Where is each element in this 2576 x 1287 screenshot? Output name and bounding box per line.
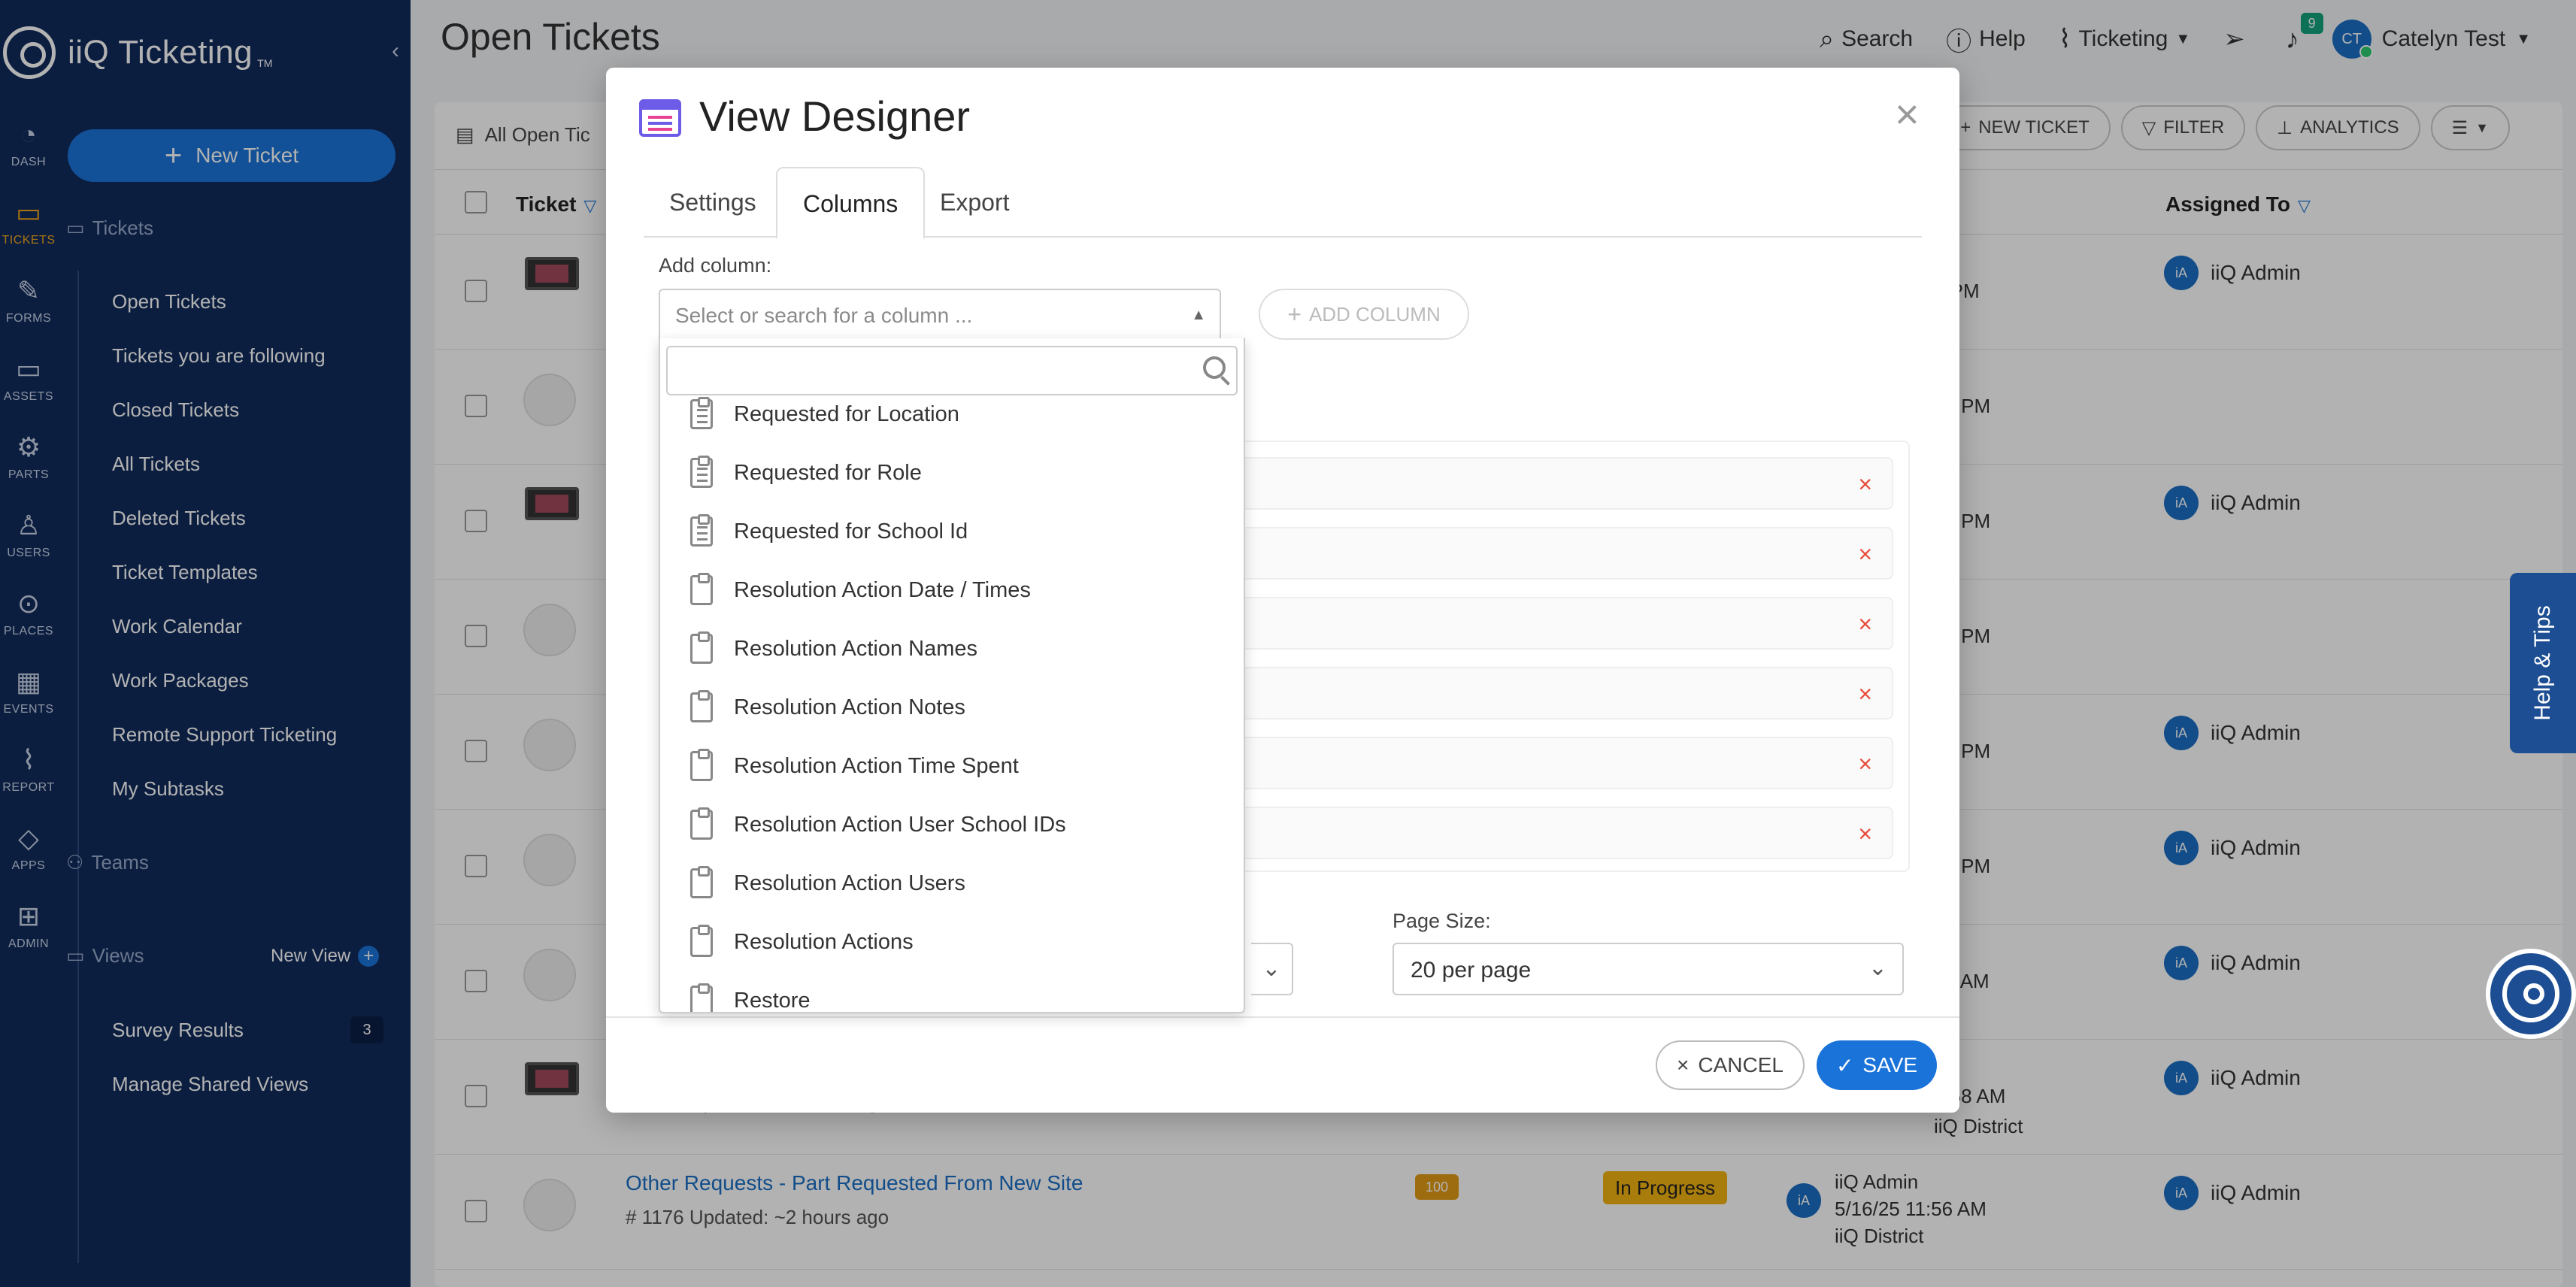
modal-title: View Designer bbox=[699, 92, 971, 140]
clipboard-icon bbox=[690, 631, 713, 664]
cancel-label: CANCEL bbox=[1698, 1053, 1784, 1077]
modal-tabs: Settings Columns Export bbox=[644, 167, 1922, 239]
column-option-label: Resolution Action User School IDs bbox=[734, 812, 1066, 837]
clipboard-icon bbox=[690, 807, 713, 840]
chevron-down-icon: ⌄ bbox=[1868, 955, 1887, 980]
add-column-label-text: ADD COLUMN bbox=[1308, 302, 1441, 326]
caret-up-icon: ▲ bbox=[1191, 307, 1206, 323]
clipboard-list-icon bbox=[690, 397, 713, 429]
column-option-label: Resolution Action Users bbox=[734, 871, 965, 895]
clipboard-icon bbox=[690, 573, 713, 605]
tab-settings[interactable]: Settings bbox=[644, 167, 782, 238]
remove-column-icon[interactable]: × bbox=[1858, 541, 1872, 568]
clipboard-list-icon bbox=[690, 456, 713, 488]
column-option[interactable]: Requested for Location bbox=[660, 385, 1244, 444]
view-designer-modal: View Designer × Settings Columns Export Ad… bbox=[606, 68, 1959, 1113]
tab-columns[interactable]: Columns bbox=[776, 167, 926, 239]
clipboard-icon bbox=[690, 925, 713, 957]
clipboard-icon bbox=[690, 749, 713, 781]
clipboard-icon bbox=[690, 866, 713, 898]
column-select-placeholder: Select or search for a column ... bbox=[675, 304, 973, 327]
column-option[interactable]: Resolution Action User School IDs bbox=[660, 795, 1244, 854]
remove-column-icon[interactable]: × bbox=[1858, 610, 1872, 638]
plus-icon: + bbox=[1287, 300, 1302, 328]
check-icon: ✓ bbox=[1835, 1053, 1854, 1077]
column-option-label: Restore bbox=[734, 988, 811, 1013]
modal-footer: × CANCEL ✓ SAVE bbox=[606, 1016, 1959, 1113]
search-icon bbox=[1203, 356, 1226, 379]
column-option[interactable]: Resolution Action Users bbox=[660, 854, 1244, 913]
column-option-label: Requested for Location bbox=[734, 401, 959, 426]
column-option-label: Resolution Action Date / Times bbox=[734, 577, 1031, 602]
column-option[interactable]: Requested for School Id bbox=[660, 502, 1244, 561]
page-size-label: Page Size: bbox=[1393, 910, 1491, 932]
page-size-select[interactable]: 20 per page ⌄ bbox=[1393, 943, 1904, 995]
cancel-button[interactable]: × CANCEL bbox=[1656, 1040, 1805, 1090]
clipboard-icon bbox=[690, 983, 713, 1012]
add-column-button[interactable]: + ADD COLUMN bbox=[1259, 289, 1469, 340]
view-designer-icon bbox=[639, 99, 681, 137]
add-column-label: Add column: bbox=[659, 254, 772, 277]
tab-export[interactable]: Export bbox=[914, 167, 1035, 238]
close-icon[interactable]: × bbox=[1895, 93, 1920, 135]
column-option-label: Resolution Actions bbox=[734, 929, 914, 954]
column-option-label: Requested for Role bbox=[734, 460, 922, 485]
remove-column-icon[interactable]: × bbox=[1858, 471, 1872, 498]
page-size-value: 20 per page bbox=[1411, 958, 1532, 983]
column-option[interactable]: Requested for Role bbox=[660, 444, 1244, 502]
column-option[interactable]: Restore bbox=[660, 971, 1244, 1013]
column-option-label: Resolution Action Names bbox=[734, 636, 977, 661]
help-and-tips-tab[interactable]: Help & Tips bbox=[2510, 573, 2576, 753]
column-option-label: Requested for School Id bbox=[734, 519, 968, 544]
remove-column-icon[interactable]: × bbox=[1858, 750, 1872, 778]
help-launcher-icon[interactable] bbox=[2486, 949, 2576, 1039]
save-label: SAVE bbox=[1862, 1053, 1918, 1077]
column-option[interactable]: Resolution Action Notes bbox=[660, 678, 1244, 737]
column-option-label: Resolution Action Time Spent bbox=[734, 753, 1019, 778]
column-option[interactable]: Resolution Actions bbox=[660, 913, 1244, 971]
clipboard-icon bbox=[690, 690, 713, 722]
sort-select-caret-icon[interactable]: ⌄ bbox=[1251, 943, 1293, 995]
clipboard-list-icon bbox=[690, 514, 713, 547]
column-option[interactable]: Resolution Action Date / Times bbox=[660, 561, 1244, 619]
column-dropdown: Requested for Location Requested for Role… bbox=[659, 338, 1245, 1013]
save-button[interactable]: ✓ SAVE bbox=[1817, 1040, 1937, 1090]
column-option[interactable]: Resolution Action Time Spent bbox=[660, 737, 1244, 795]
remove-column-icon[interactable]: × bbox=[1858, 820, 1872, 848]
column-option[interactable]: Resolution Action Names bbox=[660, 619, 1244, 678]
column-select[interactable]: Select or search for a column ... ▲ bbox=[659, 289, 1221, 340]
close-icon: × bbox=[1677, 1053, 1690, 1077]
help-and-tips-label: Help & Tips bbox=[2530, 605, 2555, 721]
column-option-label: Resolution Action Notes bbox=[734, 695, 965, 719]
remove-column-icon[interactable]: × bbox=[1858, 680, 1872, 708]
